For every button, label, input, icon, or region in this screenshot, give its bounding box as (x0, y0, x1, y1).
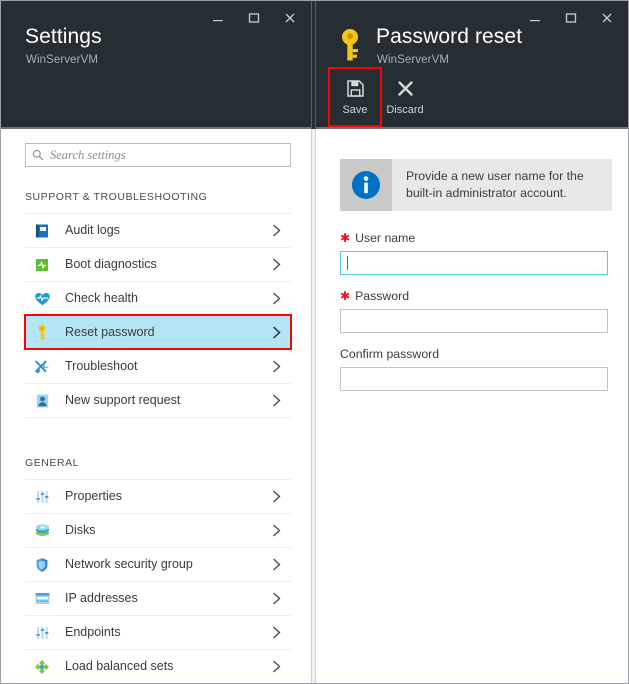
password-label: ✱ Password (340, 290, 608, 302)
settings-subtitle: WinServerVM (26, 54, 98, 66)
settings-nav-list-support: Audit logs Boot diagnostics Check heal (25, 213, 291, 417)
list-divider (25, 417, 291, 418)
search-icon (32, 149, 44, 161)
confirm-password-label-text: Confirm password (340, 348, 439, 360)
properties-sliders-icon (33, 488, 51, 506)
minimize-icon[interactable] (524, 7, 546, 29)
chevron-right-icon (270, 393, 283, 408)
info-icon (340, 159, 392, 211)
password-reset-title: Password reset (376, 25, 522, 49)
boot-diagnostics-icon (33, 256, 51, 274)
chevron-right-icon (270, 591, 283, 606)
sidebar-item-reset-password[interactable]: Reset password (25, 315, 291, 349)
password-field: ✱ Password (340, 290, 608, 333)
settings-nav-list-general: Properties Disks Network security grou (25, 479, 291, 683)
section-header-general: GENERAL (25, 457, 79, 469)
chevron-right-icon (270, 257, 283, 272)
sidebar-item-label: Properties (65, 490, 270, 503)
close-icon[interactable] (279, 7, 301, 29)
discard-button-label: Discard (386, 105, 423, 116)
shield-icon (33, 556, 51, 574)
sidebar-item-label: Audit logs (65, 224, 270, 237)
sidebar-item-boot-diagnostics[interactable]: Boot diagnostics (25, 247, 291, 281)
sidebar-item-troubleshoot[interactable]: Troubleshoot (25, 349, 291, 383)
reset-password-key-icon (33, 324, 51, 342)
chevron-right-icon (270, 625, 283, 640)
support-request-icon (33, 392, 51, 410)
sidebar-item-audit-logs[interactable]: Audit logs (25, 213, 291, 247)
password-input[interactable] (340, 309, 608, 333)
chevron-right-icon (270, 325, 283, 340)
chevron-right-icon (270, 223, 283, 238)
info-banner: Provide a new user name for the built-in… (340, 159, 612, 211)
command-bar: Save Discard (330, 69, 430, 125)
sidebar-item-label: Endpoints (65, 626, 270, 639)
sidebar-item-label: Reset password (65, 326, 270, 339)
ip-addresses-icon (33, 590, 51, 608)
password-reset-subtitle: WinServerVM (377, 54, 449, 66)
close-icon[interactable] (596, 7, 618, 29)
check-health-icon (33, 290, 51, 308)
chevron-right-icon (270, 291, 283, 306)
user-name-label-text: User name (355, 232, 415, 244)
sidebar-item-label: New support request (65, 394, 270, 407)
sidebar-item-ip-addresses[interactable]: IP addresses (25, 581, 291, 615)
required-asterisk: ✱ (340, 290, 350, 302)
sidebar-item-properties[interactable]: Properties (25, 479, 291, 513)
discard-button[interactable]: Discard (380, 69, 430, 125)
confirm-password-field: Confirm password (340, 348, 608, 391)
save-button-label: Save (342, 105, 367, 116)
sidebar-item-label: IP addresses (65, 592, 270, 605)
save-button[interactable]: Save (330, 69, 380, 125)
sidebar-item-label: Network security group (65, 558, 270, 571)
password-label-text: Password (355, 290, 409, 302)
maximize-icon[interactable] (243, 7, 265, 29)
chevron-right-icon (270, 523, 283, 538)
sidebar-item-new-support-request[interactable]: New support request (25, 383, 291, 417)
chevron-right-icon (270, 359, 283, 374)
user-name-label: ✱ User name (340, 232, 608, 244)
app-window: Settings WinServerVM Search settings SUP… (0, 0, 629, 684)
endpoints-sliders-icon (33, 624, 51, 642)
user-name-field: ✱ User name (340, 232, 608, 275)
confirm-password-label: Confirm password (340, 348, 608, 360)
sidebar-item-label: Load balanced sets (65, 660, 270, 673)
troubleshoot-tools-icon (33, 358, 51, 376)
sidebar-item-disks[interactable]: Disks (25, 513, 291, 547)
discard-x-icon (396, 79, 415, 99)
sidebar-item-label: Troubleshoot (65, 360, 270, 373)
settings-title: Settings (25, 25, 102, 49)
settings-window-controls (207, 7, 301, 29)
chevron-right-icon (270, 557, 283, 572)
minimize-icon[interactable] (207, 7, 229, 29)
user-name-input[interactable] (340, 251, 608, 275)
sidebar-item-load-balanced-sets[interactable]: Load balanced sets (25, 649, 291, 683)
key-icon (336, 28, 364, 62)
password-reset-header: Password reset WinServerVM Save (316, 1, 628, 129)
password-reset-window-controls (524, 7, 618, 29)
disks-icon (33, 522, 51, 540)
maximize-icon[interactable] (560, 7, 582, 29)
sidebar-item-label: Check health (65, 292, 270, 305)
save-disk-icon (346, 79, 365, 99)
sidebar-item-label: Disks (65, 524, 270, 537)
text-caret (347, 256, 348, 270)
settings-header: Settings WinServerVM (1, 1, 311, 129)
info-banner-text: Provide a new user name for the built-in… (392, 159, 612, 211)
chevron-right-icon (270, 489, 283, 504)
audit-logs-icon (33, 222, 51, 240)
search-placeholder: Search settings (50, 148, 126, 163)
load-balanced-sets-icon (33, 658, 51, 676)
sidebar-item-check-health[interactable]: Check health (25, 281, 291, 315)
required-asterisk: ✱ (340, 232, 350, 244)
section-header-support: SUPPORT & TROUBLESHOOTING (25, 191, 207, 203)
sidebar-item-network-security-group[interactable]: Network security group (25, 547, 291, 581)
password-reset-panel: Password reset WinServerVM Save (316, 1, 628, 683)
sidebar-item-endpoints[interactable]: Endpoints (25, 615, 291, 649)
sidebar-item-label: Boot diagnostics (65, 258, 270, 271)
settings-panel: Settings WinServerVM Search settings SUP… (1, 1, 311, 683)
confirm-password-input[interactable] (340, 367, 608, 391)
chevron-right-icon (270, 659, 283, 674)
search-input[interactable]: Search settings (25, 143, 291, 167)
